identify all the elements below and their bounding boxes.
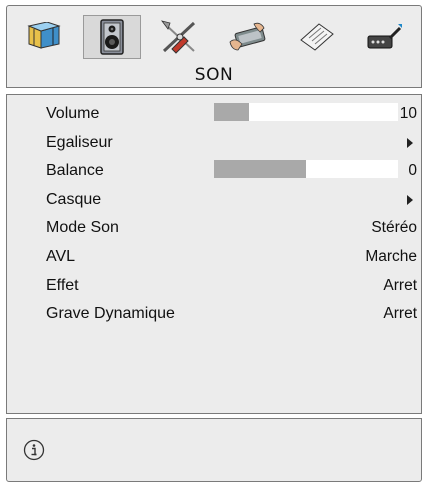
setting-sound-mode[interactable]: Mode Son Stéréo bbox=[7, 213, 421, 242]
speaker-icon bbox=[100, 19, 124, 55]
submenu-arrow-icon bbox=[407, 137, 413, 148]
setting-balance[interactable]: Balance 0 bbox=[7, 156, 421, 185]
picture-icon bbox=[27, 22, 61, 49]
setting-equalizer[interactable]: Egaliseur bbox=[7, 128, 421, 157]
tab-row bbox=[15, 15, 413, 59]
setting-value: Marche bbox=[365, 247, 417, 265]
tab-sound[interactable] bbox=[83, 15, 141, 59]
info-bar bbox=[6, 418, 422, 482]
volume-slider-fill bbox=[214, 103, 249, 121]
document-icon bbox=[300, 23, 334, 51]
tab-document[interactable] bbox=[287, 15, 345, 59]
info-icon[interactable] bbox=[23, 439, 45, 461]
setting-value: 0 bbox=[408, 162, 417, 180]
settings-list: Volume 10 Egaliseur Balance 0 Casque Mod… bbox=[7, 99, 421, 328]
setting-label: Casque bbox=[46, 190, 102, 208]
sound-settings-panel: Volume 10 Egaliseur Balance 0 Casque Mod… bbox=[6, 94, 422, 414]
setting-label: Egaliseur bbox=[46, 133, 113, 151]
setting-value: Stéréo bbox=[371, 219, 417, 237]
setting-label: Effet bbox=[46, 276, 79, 294]
setting-value: Arret bbox=[383, 305, 417, 323]
balance-slider[interactable] bbox=[214, 160, 398, 179]
setting-dynamic-bass[interactable]: Grave Dynamique Arret bbox=[7, 299, 421, 328]
menu-tab-bar: SON bbox=[6, 5, 422, 88]
tab-tools[interactable] bbox=[151, 15, 209, 59]
balance-slider-fill bbox=[214, 160, 306, 179]
setting-label: Volume bbox=[46, 105, 100, 122]
setting-label: Grave Dynamique bbox=[46, 305, 175, 323]
tab-picture[interactable] bbox=[15, 15, 73, 59]
setting-value: Arret bbox=[383, 276, 417, 294]
tools-icon bbox=[161, 20, 196, 54]
tab-setup[interactable] bbox=[219, 15, 277, 59]
setting-headphone[interactable]: Casque bbox=[7, 185, 421, 214]
setting-label: Mode Son bbox=[46, 219, 119, 237]
setting-effect[interactable]: Effet Arret bbox=[7, 271, 421, 300]
setup-icon bbox=[229, 22, 266, 51]
setting-label: AVL bbox=[46, 247, 76, 265]
setting-volume[interactable]: Volume 10 bbox=[7, 99, 421, 128]
volume-slider[interactable] bbox=[214, 103, 398, 121]
menu-title: SON bbox=[194, 65, 234, 85]
setting-avl[interactable]: AVL Marche bbox=[7, 242, 421, 271]
setting-value: 10 bbox=[399, 105, 417, 122]
setting-label: Balance bbox=[46, 162, 104, 180]
source-icon bbox=[367, 24, 402, 49]
submenu-arrow-icon bbox=[407, 194, 413, 205]
tab-source[interactable] bbox=[355, 15, 413, 59]
